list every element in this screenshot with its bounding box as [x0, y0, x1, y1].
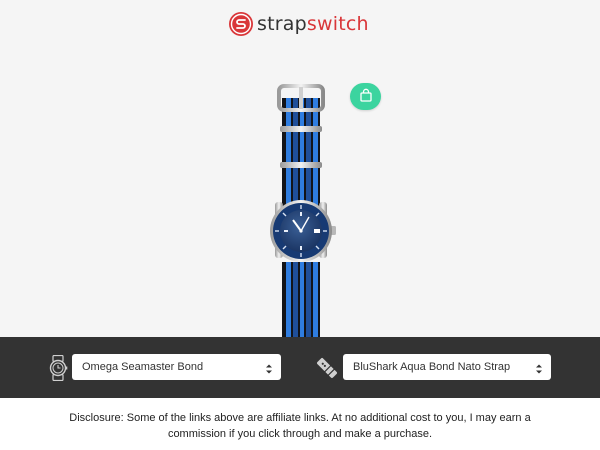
brand-name: strapswitch — [257, 12, 369, 36]
watch-icon — [48, 354, 68, 385]
brand-name-switch: switch — [306, 13, 369, 35]
watch-select[interactable]: Omega Seamaster Bond — [72, 354, 281, 380]
strap-icon — [316, 357, 338, 383]
watch-preview-area: strapswitch — [0, 0, 600, 337]
selector-toolbar: Omega Seamaster Bond BluShark Aqua Bond … — [0, 337, 600, 398]
watch-select-value: Omega Seamaster Bond — [82, 361, 204, 373]
strap-select-value: BluShark Aqua Bond Nato Strap — [353, 361, 511, 373]
select-arrows-icon — [535, 360, 543, 374]
brand-name-strap: strap — [257, 13, 307, 35]
strapswitch-logo-icon — [229, 12, 253, 36]
affiliate-disclosure: Disclosure: Some of the links above are … — [69, 412, 531, 440]
watch-on-strap-image — [262, 84, 342, 337]
shopping-bag-icon — [359, 87, 373, 106]
select-arrows-icon — [265, 360, 273, 374]
strap-select[interactable]: BluShark Aqua Bond Nato Strap — [343, 354, 551, 380]
brand-logo[interactable]: strapswitch — [229, 11, 369, 37]
shop-strap-button[interactable] — [350, 83, 381, 110]
